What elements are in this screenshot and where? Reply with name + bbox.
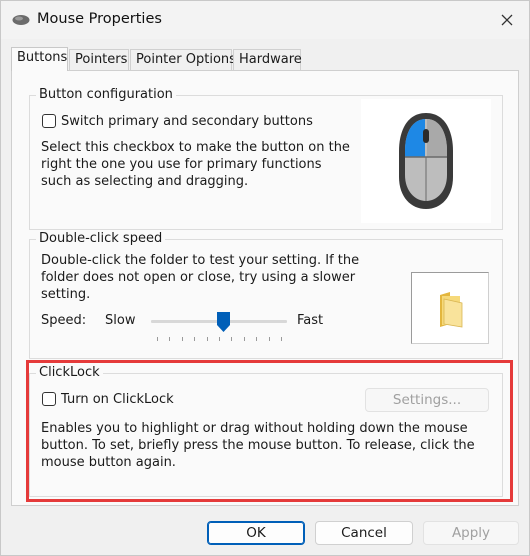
window-title: Mouse Properties [37, 11, 162, 27]
close-icon [501, 14, 513, 26]
double-click-speed-group: Double-click speed Double-click the fold… [29, 231, 503, 359]
tab-hardware[interactable]: Hardware [233, 49, 302, 70]
close-button[interactable] [493, 7, 521, 33]
cancel-button[interactable]: Cancel [315, 521, 413, 545]
slider-tick [181, 337, 183, 341]
folder-icon [440, 292, 463, 328]
clicklock-group: ClickLock Turn on ClickLock Settings... … [29, 365, 503, 497]
mouse-icon [399, 113, 453, 209]
slider-tick [206, 337, 208, 341]
switch-buttons-checkbox[interactable] [42, 114, 56, 128]
apply-button[interactable]: Apply [423, 521, 519, 545]
double-click-description: Double-click the folder to test your set… [41, 253, 360, 302]
title-bar: Mouse Properties [1, 1, 529, 39]
slider-tick [219, 337, 220, 341]
clicklock-label: Turn on ClickLock [61, 392, 174, 407]
slider-tick [231, 337, 233, 341]
group-title: Button configuration [36, 87, 176, 103]
slider-tick [157, 337, 158, 341]
mouse-image-box [361, 99, 491, 223]
mouse-properties-dialog: Mouse Properties Buttons Pointers Pointe… [0, 0, 530, 556]
slider-tick [281, 337, 282, 341]
slow-label: Slow [105, 313, 136, 328]
fast-label: Fast [297, 313, 324, 328]
double-click-test-area[interactable] [411, 272, 489, 344]
speed-slider-thumb[interactable] [216, 312, 230, 332]
group-title: Double-click speed [36, 231, 166, 247]
clicklock-description: Enables you to highlight or drag without… [41, 421, 475, 470]
slider-tick [169, 337, 171, 341]
slider-tick [268, 337, 270, 341]
tab-pointers[interactable]: Pointers [69, 49, 129, 70]
switch-buttons-label: Switch primary and secondary buttons [61, 114, 313, 129]
ok-button[interactable]: OK [207, 521, 305, 545]
button-configuration-group: Button configuration Switch primary and … [29, 87, 503, 230]
group-title: ClickLock [36, 365, 103, 381]
slider-tick [194, 337, 196, 341]
buttons-tab-panel: Button configuration Switch primary and … [11, 70, 519, 506]
tab-buttons[interactable]: Buttons [11, 47, 68, 71]
button-config-description: Select this checkbox to make the button … [41, 140, 350, 189]
slider-tick [243, 337, 245, 341]
tab-pointer-options[interactable]: Pointer Options [130, 49, 236, 70]
slider-tick [256, 337, 258, 341]
clicklock-checkbox[interactable] [42, 392, 56, 406]
speed-label: Speed: [41, 313, 87, 328]
mouse-app-icon [12, 15, 30, 25]
clicklock-settings-button[interactable]: Settings... [365, 388, 489, 412]
speed-slider-ticks [157, 337, 282, 341]
